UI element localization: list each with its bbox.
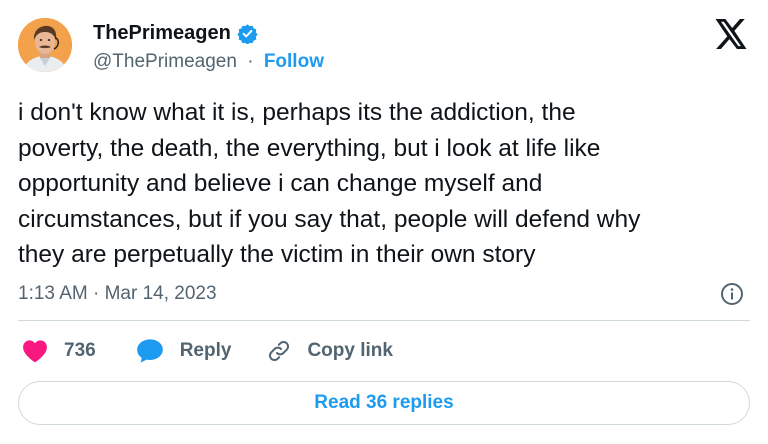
copy-link-label: Copy link (307, 340, 393, 361)
like-button[interactable]: 736 (22, 339, 96, 363)
avatar-image (18, 18, 72, 72)
heart-icon (23, 340, 47, 363)
author-handle[interactable]: @ThePrimeagen (93, 51, 237, 72)
read-replies-button[interactable]: Read 36 replies (18, 381, 750, 425)
reply-label: Reply (179, 340, 232, 361)
action-bar: 736 Reply Copy link (22, 336, 393, 366)
x-logo-icon[interactable] (715, 19, 748, 49)
handle-separator: · (247, 51, 254, 72)
tweet-timestamp[interactable]: 1:13 AM · Mar 14, 2023 (18, 281, 217, 307)
tweet-text: i don't know what it is, perhaps its the… (18, 99, 641, 268)
avatar[interactable] (18, 18, 72, 72)
author-handle-row: @ThePrimeagen · Follow (93, 49, 324, 75)
info-icon[interactable] (720, 282, 744, 306)
reply-button[interactable]: Reply (136, 338, 232, 364)
author-name-row[interactable]: ThePrimeagen (93, 20, 258, 46)
divider (18, 320, 750, 321)
read-replies-label: Read 36 replies (314, 392, 454, 413)
link-icon (269, 340, 290, 362)
verified-badge-icon (237, 23, 258, 45)
author-display-name[interactable]: ThePrimeagen (93, 20, 231, 46)
follow-button[interactable]: Follow (264, 51, 324, 72)
tweet-card: ThePrimeagen @ThePrimeagen · Follow i do… (0, 0, 768, 444)
copy-link-button[interactable]: Copy link (267, 339, 393, 363)
speech-bubble-icon (136, 339, 163, 363)
like-count: 736 (64, 340, 96, 361)
